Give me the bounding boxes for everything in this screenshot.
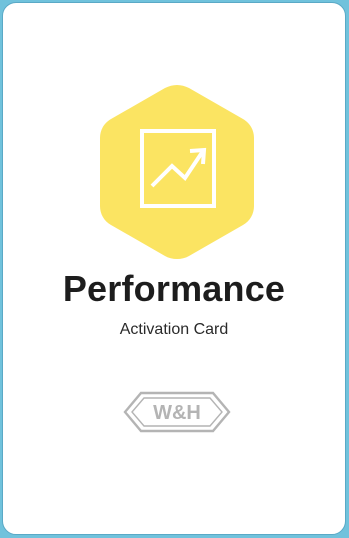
wh-logo: W&H [119, 383, 235, 441]
hexagon-shape [100, 85, 254, 259]
card-subtitle: Activation Card [119, 321, 229, 338]
card-title: Performance [62, 268, 286, 309]
wh-logo-shape: W&H [123, 391, 231, 433]
activation-card: Performance Activation Card W&H [2, 2, 346, 535]
hexagon-badge [97, 81, 257, 263]
logo-wordmark: W&H [153, 402, 201, 424]
